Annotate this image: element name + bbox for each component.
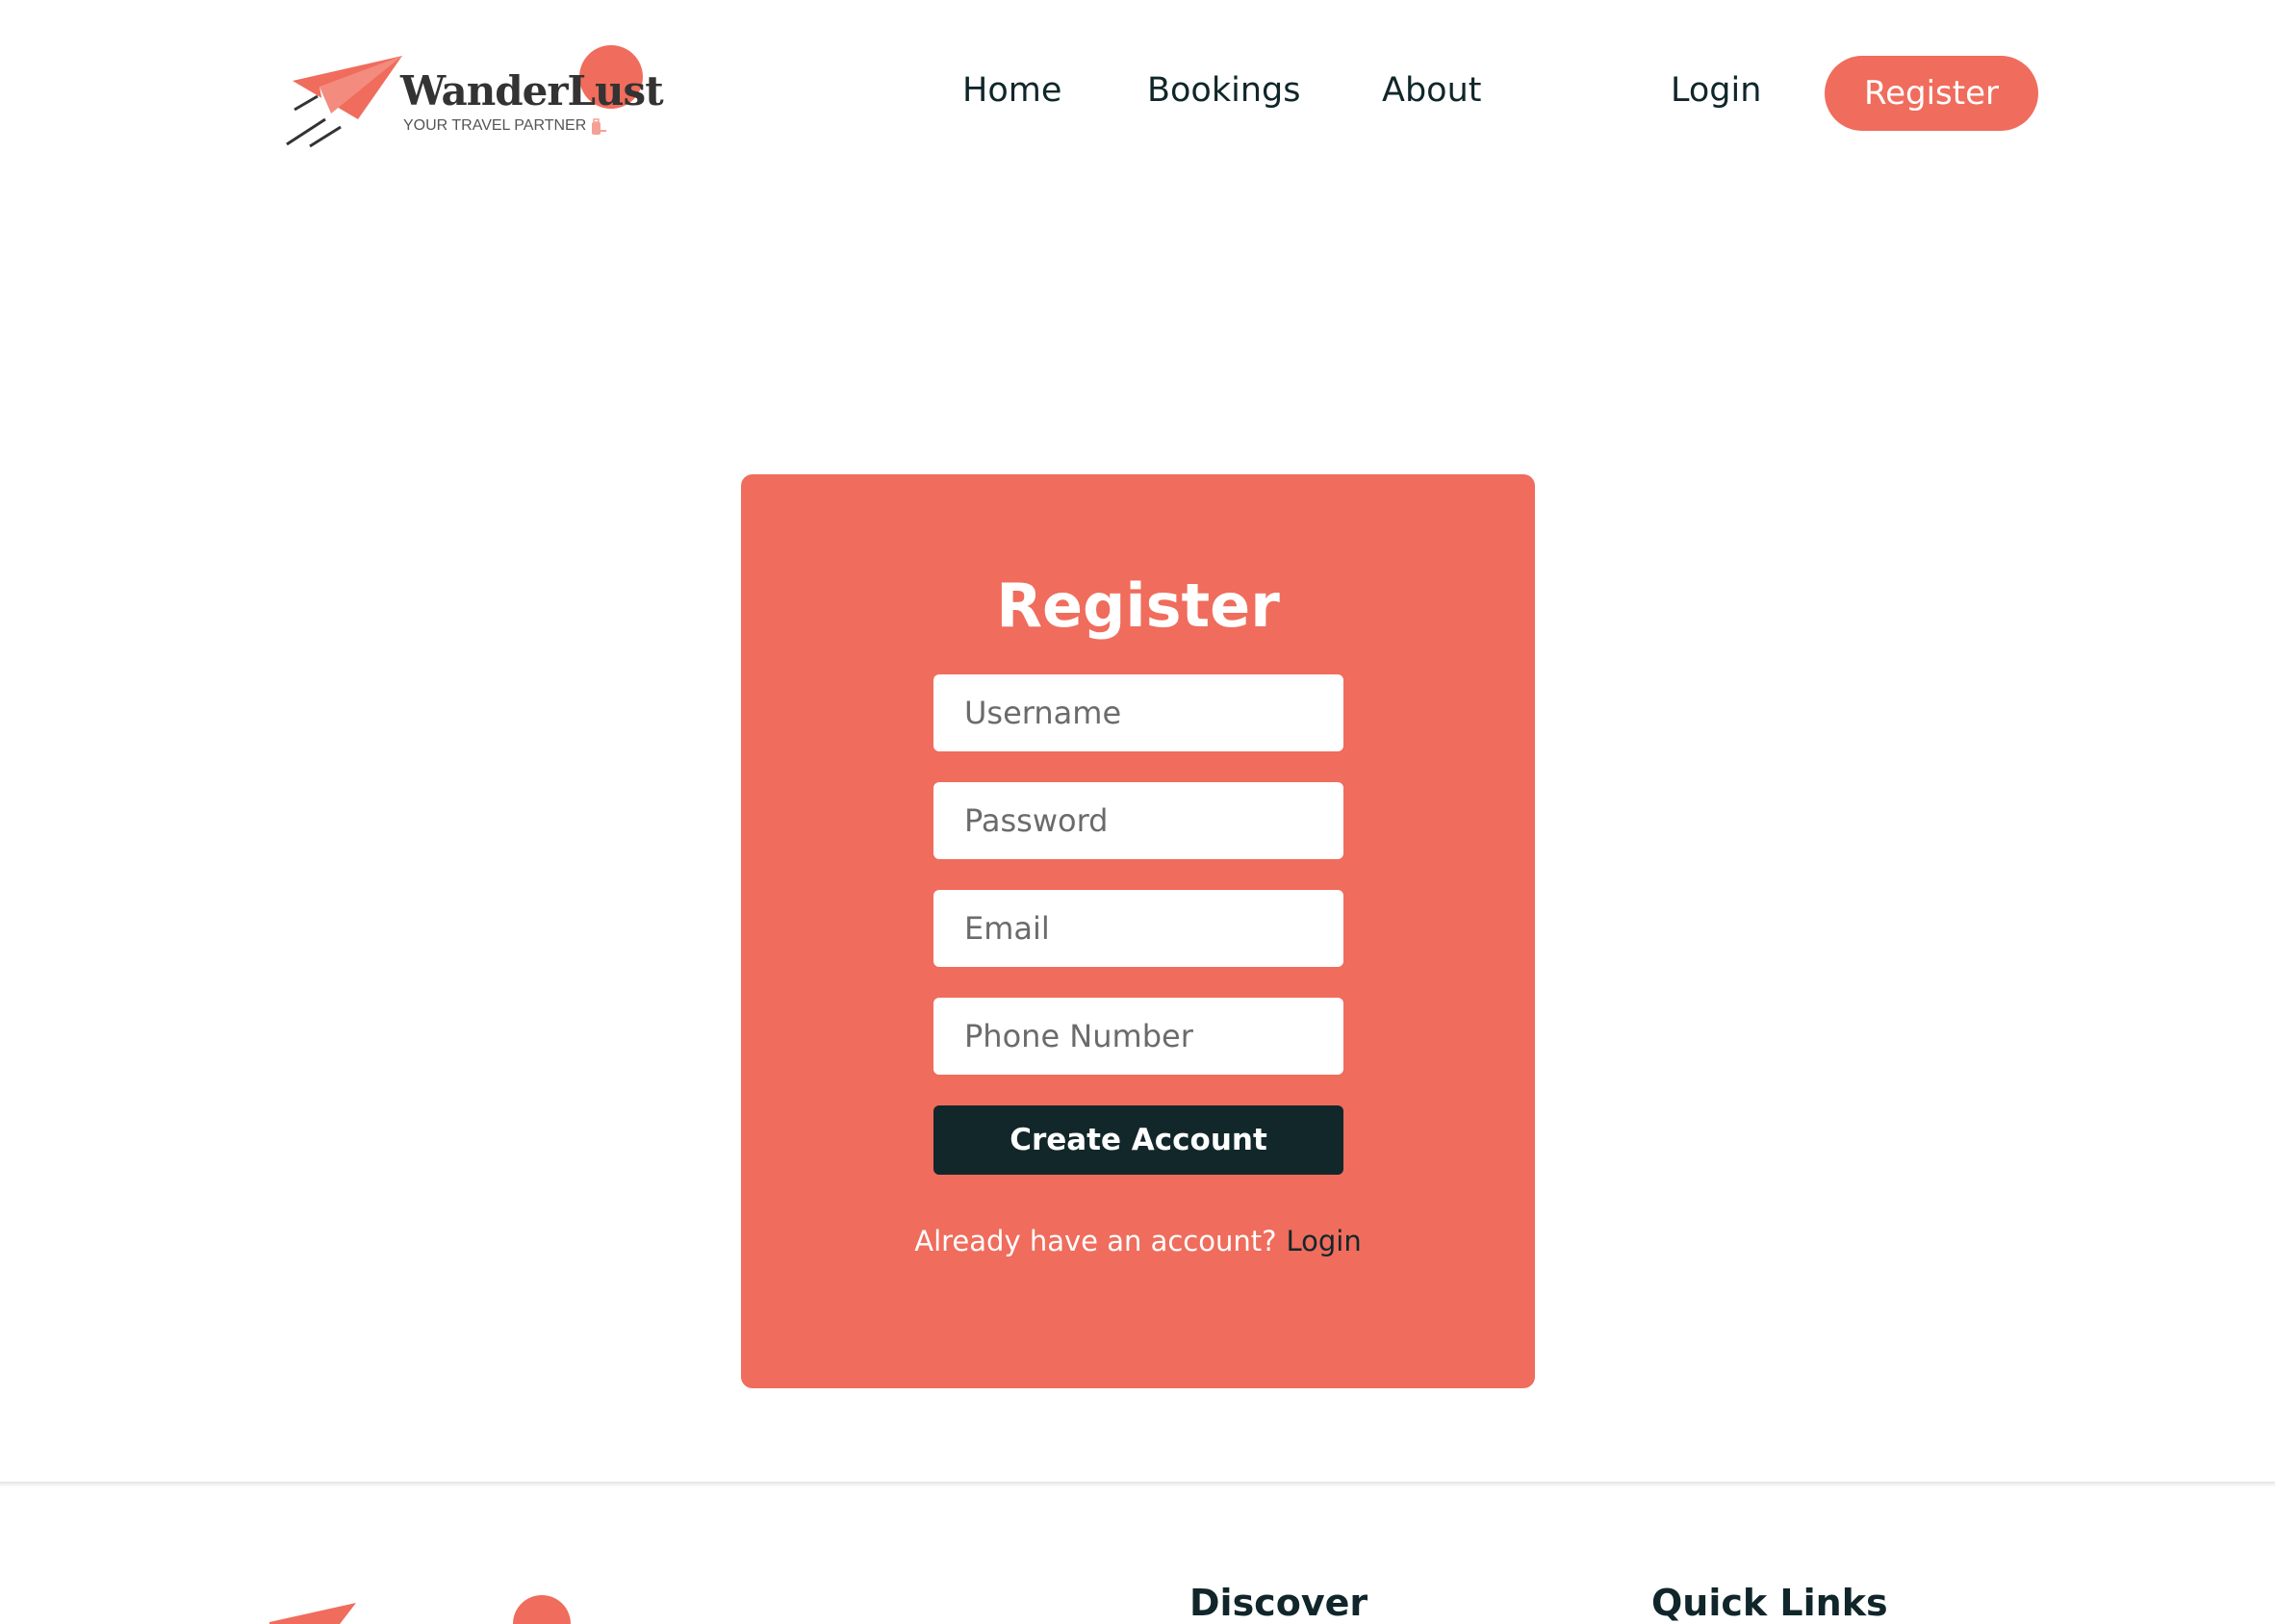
nav-register-button[interactable]: Register — [1825, 56, 2038, 131]
nav-login-link[interactable]: Login — [1671, 71, 1761, 110]
register-title: Register — [996, 571, 1280, 641]
login-prompt-text: Already have an account? — [914, 1225, 1277, 1257]
register-card: Register Create Account Already have an … — [741, 474, 1535, 1388]
suitcase-icon — [592, 118, 606, 135]
brand-tagline: YOUR TRAVEL PARTNER — [403, 117, 587, 134]
username-input[interactable] — [933, 674, 1343, 751]
password-input[interactable] — [933, 782, 1343, 859]
footer-heading-quick-links: Quick Links — [1651, 1582, 1888, 1624]
login-link[interactable]: Login — [1287, 1225, 1362, 1257]
nav-bookings-link[interactable]: Bookings — [1147, 71, 1300, 110]
nav-about-link[interactable]: About — [1382, 71, 1481, 110]
brand-name: WanderLust — [400, 67, 664, 114]
phone-number-input[interactable] — [933, 998, 1343, 1075]
page: WanderLust YOUR TRAVEL PARTNER Home Book… — [0, 0, 2275, 1624]
email-input[interactable] — [933, 890, 1343, 967]
footer-logo-icon — [269, 1595, 571, 1624]
footer-divider — [0, 1482, 2275, 1487]
brand-logo[interactable]: WanderLust YOUR TRAVEL PARTNER — [281, 42, 685, 158]
footer-heading-discover: Discover — [1189, 1582, 1368, 1624]
create-account-button[interactable]: Create Account — [933, 1105, 1343, 1175]
login-prompt: Already have an account? Login — [741, 1225, 1535, 1257]
nav-home-link[interactable]: Home — [962, 71, 1061, 110]
